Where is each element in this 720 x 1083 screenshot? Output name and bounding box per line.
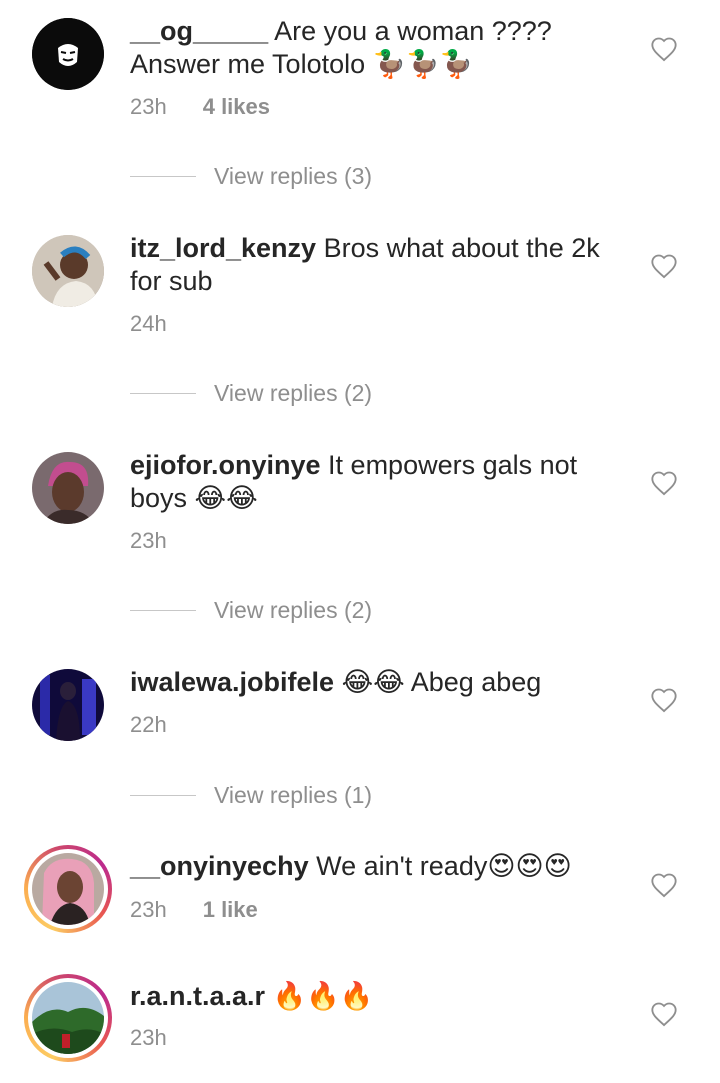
comment-username[interactable]: r.a.n.t.a.a.r xyxy=(130,981,265,1011)
comment-meta: 22h xyxy=(130,712,167,738)
divider xyxy=(130,392,196,394)
comment-meta: 23h 4 likes xyxy=(130,94,270,120)
avatar-story-ring[interactable] xyxy=(24,845,112,933)
heart-outline-icon[interactable] xyxy=(650,872,678,898)
comment-text: r.a.n.t.a.a.r 🔥🔥🔥 xyxy=(130,980,620,1013)
divider xyxy=(130,794,196,796)
comment-username[interactable]: __og_____ xyxy=(130,16,268,46)
comment-time: 23h xyxy=(130,897,167,922)
comment-text: itz_lord_kenzy Bros what about the 2k fo… xyxy=(130,232,620,298)
comment-meta: 23h 1 like xyxy=(130,897,258,923)
divider xyxy=(130,175,196,177)
comment-text: __onyinyechy We ain't ready😍😍😍 xyxy=(130,850,620,883)
heart-outline-icon[interactable] xyxy=(650,253,678,279)
avatar[interactable] xyxy=(32,235,104,307)
avatar xyxy=(32,853,104,925)
comment-time: 23h xyxy=(130,94,167,119)
comment-text: __og_____ Are you a woman ???? Answer me… xyxy=(130,15,620,81)
view-replies-button[interactable]: View replies (2) xyxy=(130,378,372,408)
avatar-story-ring[interactable] xyxy=(24,974,112,1062)
comment-username[interactable]: iwalewa.jobifele xyxy=(130,667,334,697)
view-replies-label: View replies (2) xyxy=(214,379,373,406)
comment-username[interactable]: itz_lord_kenzy xyxy=(130,233,316,263)
comment-likes[interactable]: 4 likes xyxy=(203,94,270,119)
comment-time: 22h xyxy=(130,712,167,737)
heart-outline-icon[interactable] xyxy=(650,687,678,713)
view-replies-label: View replies (2) xyxy=(214,596,373,623)
comment-time: 24h xyxy=(130,311,167,336)
comment-text: ejiofor.onyinye It empowers gals not boy… xyxy=(130,449,620,515)
divider xyxy=(130,609,196,611)
avatar[interactable] xyxy=(32,669,104,741)
view-replies-button[interactable]: View replies (3) xyxy=(130,161,372,191)
comment-text: iwalewa.jobifele 😂😂 Abeg abeg xyxy=(130,666,620,699)
comment-meta: 23h xyxy=(130,1025,167,1051)
heart-outline-icon[interactable] xyxy=(650,1001,678,1027)
avatar[interactable] xyxy=(32,452,104,524)
heart-outline-icon[interactable] xyxy=(650,470,678,496)
comment-username[interactable]: __onyinyechy xyxy=(130,851,309,881)
comment-meta: 23h xyxy=(130,528,167,554)
comment-username[interactable]: ejiofor.onyinye xyxy=(130,450,321,480)
view-replies-button[interactable]: View replies (2) xyxy=(130,595,372,625)
avatar xyxy=(32,982,104,1054)
comment-likes[interactable]: 1 like xyxy=(203,897,258,922)
comment-body: We ain't ready😍😍😍 xyxy=(308,851,572,881)
view-replies-label: View replies (3) xyxy=(214,162,373,189)
comment-body: 😂😂 Abeg abeg xyxy=(334,667,542,697)
comment-body: 🔥🔥🔥 xyxy=(265,981,374,1011)
comment-time: 23h xyxy=(130,528,167,553)
view-replies-label: View replies (1) xyxy=(214,781,373,808)
comment-meta: 24h xyxy=(130,311,167,337)
comment-time: 23h xyxy=(130,1025,167,1050)
heart-outline-icon[interactable] xyxy=(650,36,678,62)
avatar[interactable] xyxy=(32,18,104,90)
view-replies-button[interactable]: View replies (1) xyxy=(130,780,372,810)
